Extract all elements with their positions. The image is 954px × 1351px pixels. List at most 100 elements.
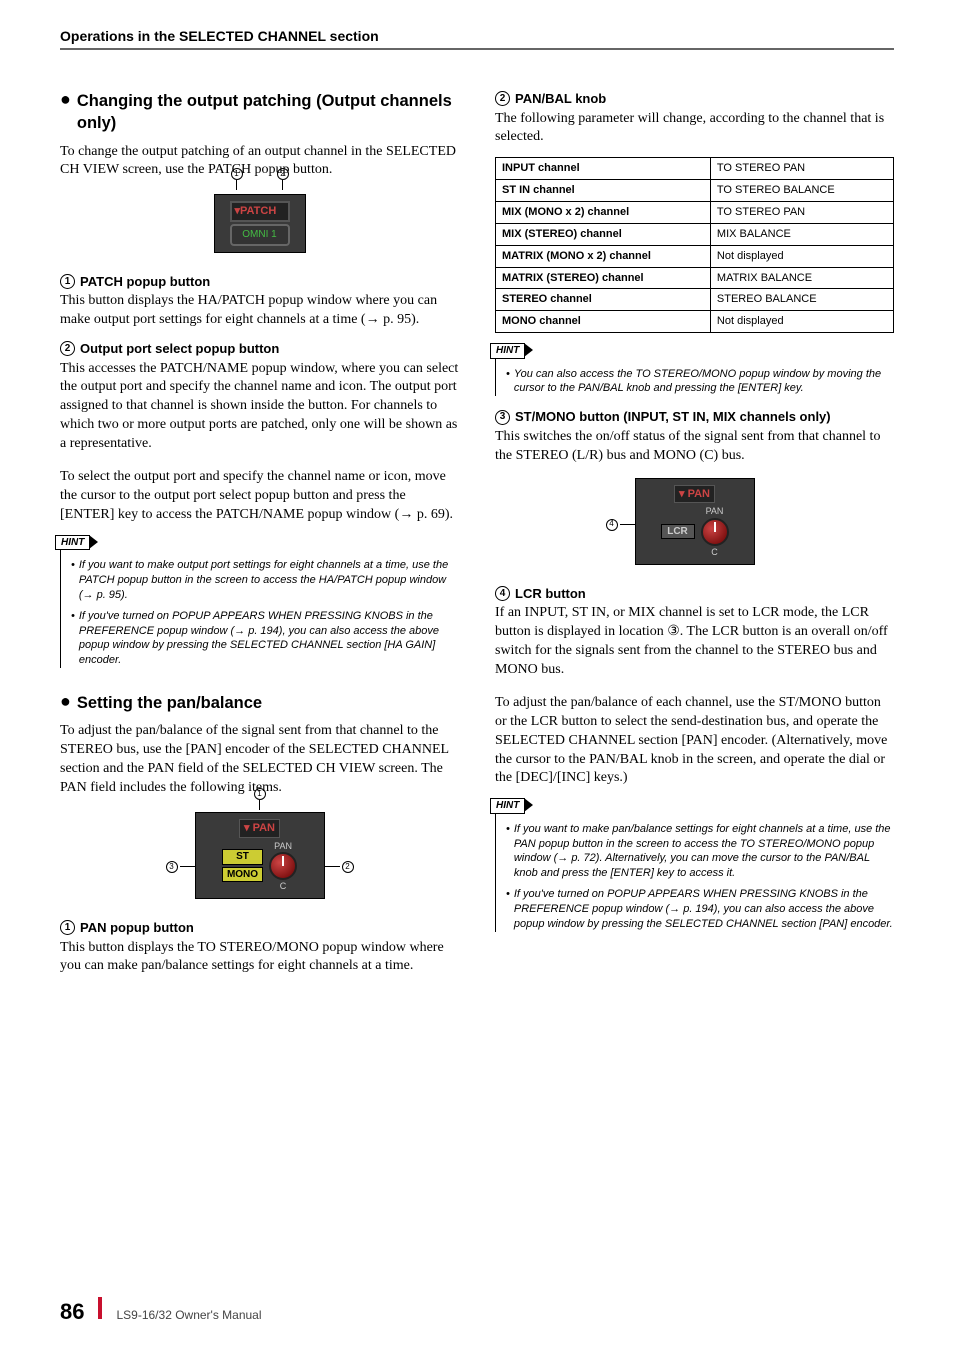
hint-item: •If you want to make pan/balance setting… [506,822,894,881]
callout-3-icon: 3 [166,861,178,873]
figure-callouts: 1 2 [214,168,306,190]
leader-line [282,180,283,190]
callout-body: If an INPUT, ST IN, or MIX channel is se… [495,604,894,680]
table-cell: INPUT channel [496,158,711,180]
pan-bal-knob[interactable] [269,852,297,880]
leader-line [259,800,260,810]
callout-title: ST/MONO button (INPUT, ST IN, MIX channe… [515,408,831,426]
lcr-button[interactable]: LCR [661,524,695,540]
pan-label: PAN [706,505,724,517]
callout-number-2-icon: 2 [60,341,75,356]
top-callout: 1 [195,788,325,810]
callout-2-icon: 2 [277,168,289,180]
table-cell: MATRIX (MONO x 2) channel [496,245,711,267]
callout-body: This button displays the HA/PATCH popup … [60,292,459,330]
st-mono-buttons: ST MONO [222,849,263,882]
hint-box: HINT •You can also access the TO STEREO/… [495,347,894,396]
patch-label: PATCH [240,205,276,217]
figure-patch: 1 2 ▾PATCH OMNI 1 [60,194,459,252]
table-cell: ST IN channel [496,180,711,202]
table-row: MONO channelNot displayed [496,311,894,333]
hint-text: If you want to make pan/balance settings… [514,822,894,881]
callout-body: This switches the on/off status of the s… [495,428,894,466]
callout-1-icon: 1 [254,788,266,800]
page-header: Operations in the SELECTED CHANNEL secti… [60,28,894,50]
table-cell: MATRIX (STEREO) channel [496,267,711,289]
page-number: 86 [60,1299,84,1325]
callout-number-2-icon: 2 [495,91,510,106]
callout-body: This button displays the TO STEREO/MONO … [60,939,459,977]
body-text: To adjust the pan/balance of the signal … [60,722,459,798]
table-cell: MIX (MONO x 2) channel [496,202,711,224]
section-title-text: Setting the pan/balance [77,692,262,714]
pan-bal-knob[interactable] [701,518,729,546]
hint-item: •If you've turned on POPUP APPEARS WHEN … [506,887,894,932]
leader-line [236,180,237,190]
callout-1-icon: 1 [231,168,243,180]
bullet-icon: ● [60,90,71,110]
side-callout-4: 4 [606,519,636,531]
table-row: MIX (MONO x 2) channelTO STEREO PAN [496,202,894,224]
table-cell: TO STEREO BALANCE [710,180,893,202]
callout-4-icon: 4 [606,519,618,531]
pan-popup-button[interactable]: ▾ PAN [674,485,715,504]
footer-accent-icon [98,1297,102,1319]
hint-text: If you want to make output port settings… [79,558,459,603]
hint-text: You can also access the TO STEREO/MONO p… [514,367,894,397]
pan-label: PAN [274,840,292,852]
hint-label: HINT [55,535,90,551]
patch-screenshot: ▾PATCH OMNI 1 [214,194,306,252]
bullet-icon: ● [60,692,71,712]
callout-4-heading: 4 LCR button [495,585,894,603]
pan-popup-button[interactable]: ▾ PAN [239,819,280,838]
doc-name: LS9-16/32 Owner's Manual [116,1308,261,1322]
table-cell: MONO channel [496,311,711,333]
hint-item: •You can also access the TO STEREO/MONO … [506,367,894,397]
hint-label: HINT [490,343,525,359]
table-cell: MATRIX BALANCE [710,267,893,289]
pan-popup-label: PAN [688,488,710,500]
callout-1-heading: 1 PAN popup button [60,919,459,937]
leader-line [620,524,636,525]
st-button[interactable]: ST [222,849,263,865]
pan-bal-table: INPUT channelTO STEREO PAN ST IN channel… [495,157,894,333]
callout-1-heading: 1 PATCH popup button [60,273,459,291]
page-footer: 86 LS9-16/32 Owner's Manual [60,1297,262,1325]
section-title-output-patching: ● Changing the output patching (Output c… [60,90,459,135]
right-column: 2 PAN/BAL knob The following parameter w… [495,90,894,976]
callout-number-4-icon: 4 [495,586,510,601]
table-cell: STEREO channel [496,289,711,311]
table-cell: STEREO BALANCE [710,289,893,311]
output-port-select-button[interactable]: OMNI 1 [230,224,290,246]
callout-3-heading: 3 ST/MONO button (INPUT, ST IN, MIX chan… [495,408,894,426]
hint-box: HINT •If you want to make output port se… [60,539,459,668]
hint-item: •If you want to make output port setting… [71,558,459,603]
hint-label: HINT [490,798,525,814]
lcr-screenshot: ▾ PAN LCR PAN C 4 [635,478,755,565]
table-cell: Not displayed [710,311,893,333]
callout-2-heading: 2 PAN/BAL knob [495,90,894,108]
table-cell: MIX BALANCE [710,223,893,245]
table-row: MATRIX (STEREO) channelMATRIX BALANCE [496,267,894,289]
callout-number-1-icon: 1 [60,274,75,289]
pan-bal-knob-group: PAN C [269,840,297,892]
leader-line [180,866,196,867]
pan-value: C [280,880,287,892]
mono-button[interactable]: MONO [222,867,263,883]
callout-body: This accesses the PATCH/NAME popup windo… [60,360,459,454]
hint-text: If you've turned on POPUP APPEARS WHEN P… [79,609,459,668]
figure-lcr: ▾ PAN LCR PAN C 4 [495,478,894,565]
callout-2-icon: 2 [342,861,354,873]
callout-title: PAN/BAL knob [515,90,606,108]
hint-text: If you've turned on POPUP APPEARS WHEN P… [514,887,894,932]
patch-popup-button[interactable]: ▾PATCH [230,201,290,222]
body-text: To adjust the pan/balance of each channe… [495,694,894,788]
body-text: To select the output port and specify th… [60,468,459,525]
hint-item: •If you've turned on POPUP APPEARS WHEN … [71,609,459,668]
table-row: ST IN channelTO STEREO BALANCE [496,180,894,202]
section-title-pan-balance: ● Setting the pan/balance [60,692,459,714]
table-row: INPUT channelTO STEREO PAN [496,158,894,180]
pan-bal-knob-group: PAN C [701,505,729,557]
callout-title: LCR button [515,585,586,603]
callout-number-3-icon: 3 [495,410,510,425]
